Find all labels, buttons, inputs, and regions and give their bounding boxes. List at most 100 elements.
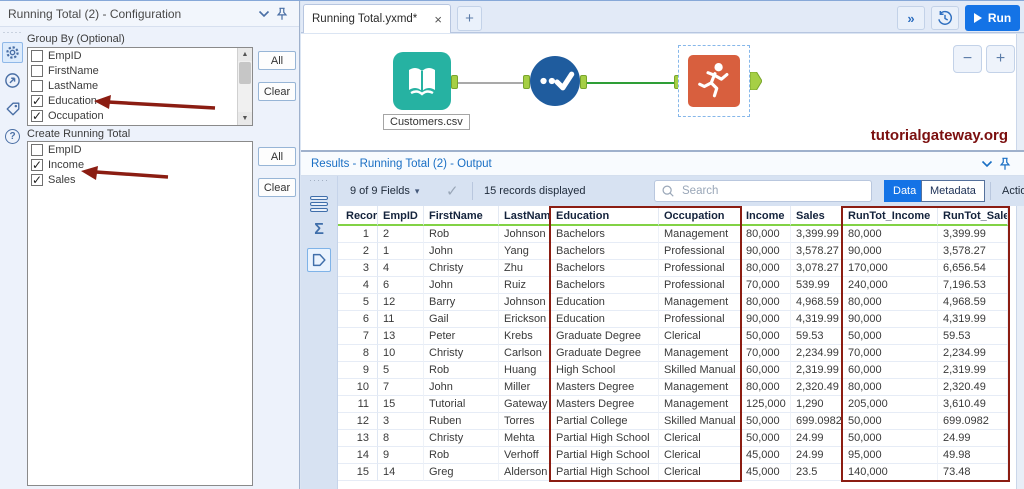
checkbox-empid[interactable] <box>31 49 43 62</box>
grip-dots-icon[interactable]: ····· <box>309 176 329 185</box>
checkbox-occupation[interactable]: ✓ <box>31 109 43 122</box>
group-by-all-button[interactable]: All <box>258 51 296 70</box>
help-icon[interactable]: ? <box>2 126 23 147</box>
table-cell: 10 <box>378 345 424 362</box>
zoom-out-button[interactable]: − <box>953 45 982 73</box>
apply-check-icon[interactable]: ✓ <box>446 176 459 206</box>
scroll-thumb[interactable] <box>239 62 251 84</box>
column-header-firstname[interactable]: FirstName <box>424 206 499 226</box>
sigma-icon[interactable]: Σ <box>314 221 324 239</box>
checkbox-education[interactable]: ✓ <box>31 94 43 107</box>
pin-icon[interactable] <box>996 155 1014 173</box>
connector-wire[interactable] <box>457 82 527 84</box>
table-cell: Johnson <box>499 294 551 311</box>
tag-icon[interactable] <box>2 98 23 119</box>
column-header-education[interactable]: Education <box>551 206 659 226</box>
listbox-scrollbar[interactable]: ▲ ▼ <box>237 48 252 125</box>
table-cell: 11 <box>338 396 378 413</box>
input-data-tool[interactable] <box>393 52 451 110</box>
table-cell: 2,320.49 <box>938 379 1008 396</box>
collapse-chevron-icon[interactable] <box>978 155 996 173</box>
list-item-education[interactable]: ✓ Education <box>28 93 252 108</box>
running-total-clear-button[interactable]: Clear <box>258 178 296 197</box>
data-view-button[interactable]: Data <box>884 180 926 202</box>
run-button[interactable]: Run <box>965 5 1020 31</box>
new-tab-button[interactable]: + <box>457 6 482 31</box>
group-by-listbox[interactable]: ▲ ▼ EmpID FirstName LastName ✓ Education ✓ Occ… <box>27 47 253 126</box>
column-header-occupation[interactable]: Occupation <box>659 206 741 226</box>
zoom-in-button[interactable]: + <box>986 45 1015 73</box>
list-item-label: Occupation <box>48 109 104 122</box>
list-item-empid[interactable]: EmpID <box>28 142 252 157</box>
canvas-scrollbar[interactable] <box>1016 34 1024 150</box>
checkbox-sales[interactable]: ✓ <box>31 173 43 186</box>
column-header-lastname[interactable]: LastName <box>499 206 551 226</box>
column-header-runtot_income[interactable]: RunTot_Income <box>843 206 938 226</box>
table-cell: 50,000 <box>843 328 938 345</box>
connector-wire[interactable] <box>587 82 679 84</box>
checkbox-firstname[interactable] <box>31 64 43 77</box>
scroll-up-icon[interactable]: ▲ <box>238 48 252 61</box>
table-cell: 11 <box>378 311 424 328</box>
fields-dropdown[interactable]: 9 of 9 Fields ▾ <box>350 176 419 206</box>
actions-dropdown[interactable]: Actions ▾ <box>1002 176 1024 206</box>
list-item-label: Education <box>48 94 97 107</box>
list-item-firstname[interactable]: FirstName <box>28 63 252 78</box>
table-view-icon[interactable] <box>310 196 328 212</box>
list-item-empid[interactable]: EmpID <box>28 48 252 63</box>
table-cell: Krebs <box>499 328 551 345</box>
table-cell: 3,578.27 <box>938 243 1008 260</box>
list-item-lastname[interactable]: LastName <box>28 78 252 93</box>
workflow-tab[interactable]: Running Total.yxmd* × <box>303 4 451 33</box>
table-cell: 1 <box>338 226 378 243</box>
table-cell: Partial High School <box>551 447 659 464</box>
search-box[interactable] <box>654 180 872 202</box>
column-header-empid[interactable]: EmpID <box>378 206 424 226</box>
group-by-label: Group By (Optional) <box>27 33 125 45</box>
workflow-canvas[interactable]: Customers.csv − + tutorialgateway.org <box>301 34 1024 152</box>
input-anchor[interactable] <box>523 75 530 89</box>
list-item-occupation[interactable]: ✓ Occupation <box>28 108 252 123</box>
group-by-clear-button[interactable]: Clear <box>258 82 296 101</box>
grip-dots-icon[interactable]: ····· <box>3 28 23 37</box>
collapse-chevron-icon[interactable] <box>255 5 273 23</box>
running-total-all-button[interactable]: All <box>258 147 296 166</box>
input-tool-annotation[interactable]: Customers.csv <box>383 114 470 130</box>
history-icon[interactable] <box>931 6 959 30</box>
table-cell: Ruben <box>424 413 499 430</box>
table-cell: Professional <box>659 311 741 328</box>
table-cell: Yang <box>499 243 551 260</box>
pin-icon[interactable] <box>273 5 291 23</box>
output-anchor[interactable] <box>750 72 762 90</box>
search-input[interactable] <box>680 184 865 198</box>
output-anchor[interactable] <box>580 75 587 89</box>
close-icon[interactable]: × <box>434 12 442 27</box>
metadata-view-button[interactable]: Metadata <box>921 180 985 202</box>
column-header-runtot_sales[interactable]: RunTot_Sales <box>938 206 1008 226</box>
column-header-record[interactable]: Record <box>338 206 378 226</box>
table-cell: John <box>424 379 499 396</box>
list-item-income[interactable]: ✓ Income <box>28 157 252 172</box>
table-cell: 4,968.59 <box>791 294 843 311</box>
table-cell: Carlson <box>499 345 551 362</box>
checkbox-empid[interactable] <box>31 143 43 156</box>
create-running-total-listbox[interactable]: EmpID ✓ Income ✓ Sales <box>27 141 253 486</box>
results-scrollbar[interactable] <box>1016 206 1024 489</box>
column-header-sales[interactable]: Sales <box>791 206 843 226</box>
checkbox-lastname[interactable] <box>31 79 43 92</box>
running-total-tool-selected[interactable] <box>678 45 750 117</box>
caret-down-icon: ▾ <box>414 185 420 196</box>
more-tabs-button[interactable]: » <box>897 6 925 30</box>
output-anchor[interactable] <box>451 75 458 89</box>
select-tool[interactable] <box>530 56 580 106</box>
column-header-income[interactable]: Income <box>741 206 791 226</box>
gear-icon[interactable] <box>2 42 23 63</box>
scroll-down-icon[interactable]: ▼ <box>238 112 252 125</box>
list-item-sales[interactable]: ✓ Sales <box>28 172 252 187</box>
output-connection-icon[interactable] <box>307 248 331 272</box>
checkbox-income[interactable]: ✓ <box>31 158 43 171</box>
table-cell: 7 <box>378 379 424 396</box>
workflow-navigation-icon[interactable] <box>2 70 23 91</box>
table-cell: Management <box>659 379 741 396</box>
list-item-label: EmpID <box>48 143 82 156</box>
